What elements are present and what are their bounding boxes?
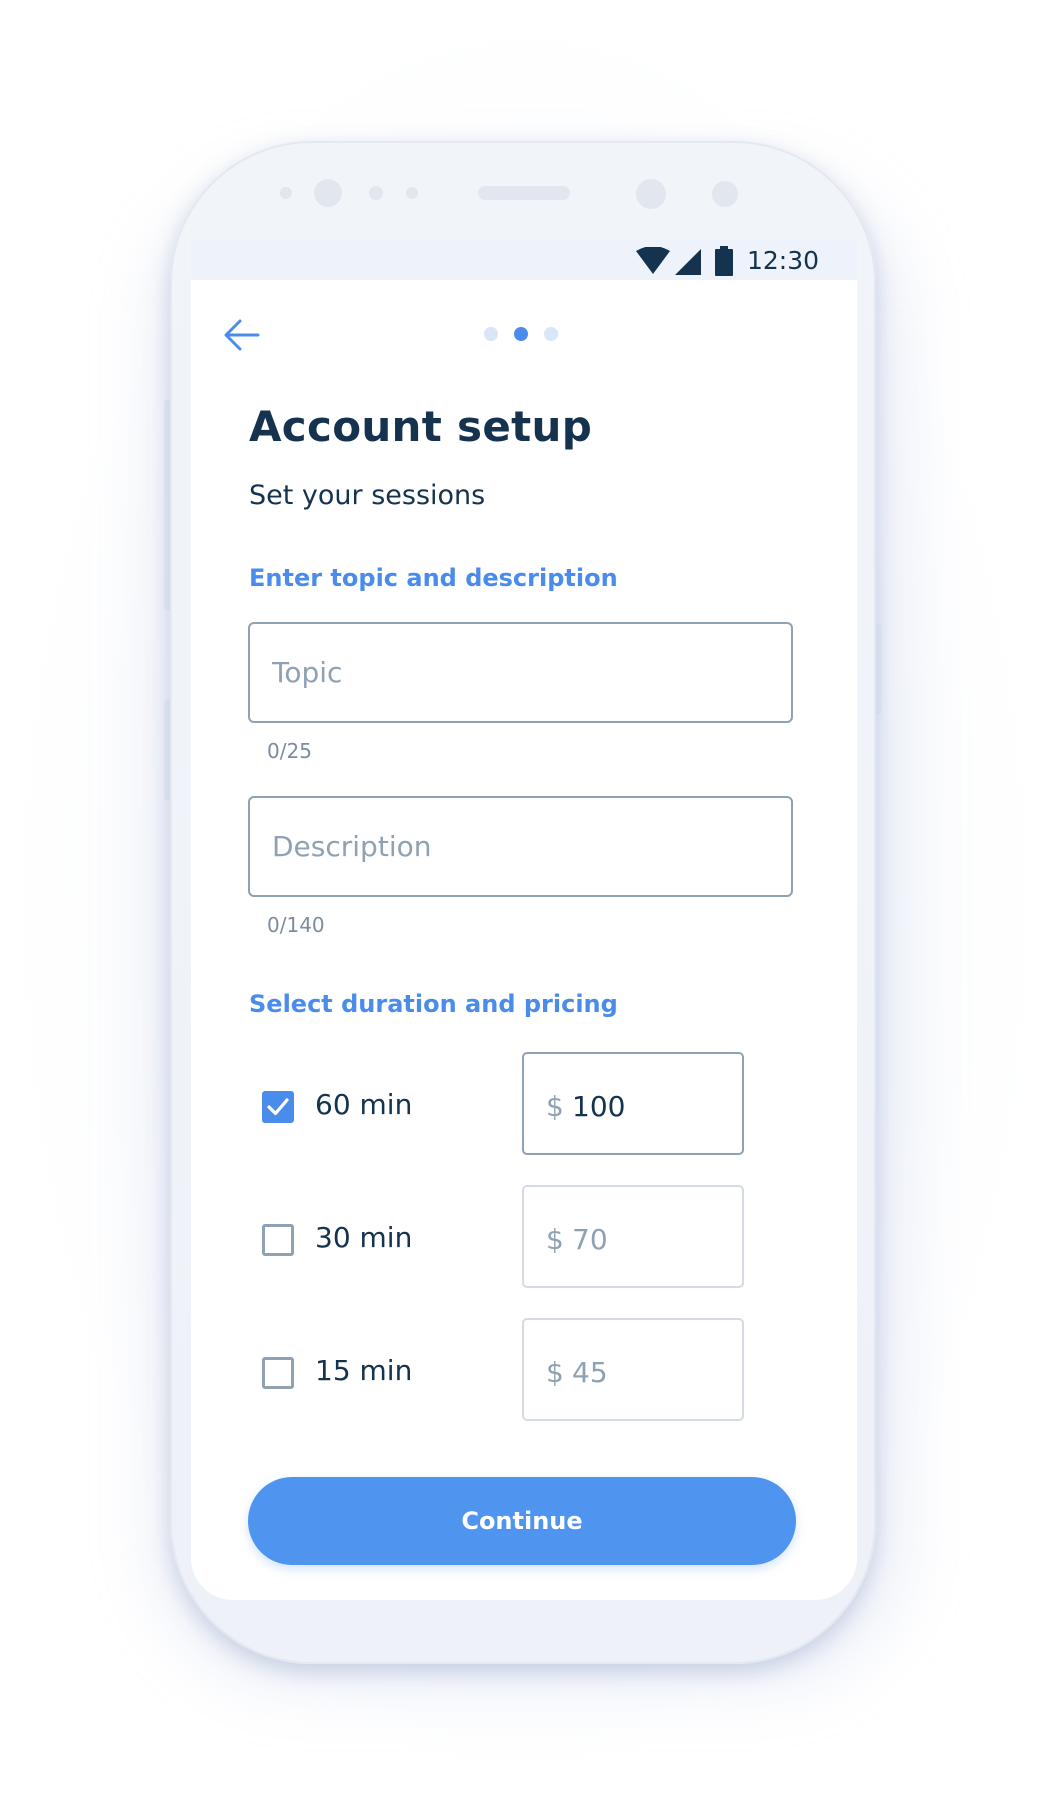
currency-symbol: $ <box>546 1223 564 1256</box>
currency-symbol: $ <box>546 1090 564 1123</box>
status-time: 12:30 <box>747 246 820 275</box>
description-input[interactable] <box>248 796 793 897</box>
sensor-dot <box>280 187 292 199</box>
battery-icon <box>715 246 733 276</box>
topic-section-label: Enter topic and description <box>249 564 618 592</box>
topic-char-counter: 0/25 <box>267 739 312 763</box>
earpiece-speaker <box>478 186 570 200</box>
topic-input[interactable] <box>248 622 793 723</box>
checkbox-30-min[interactable] <box>262 1224 294 1256</box>
wifi-icon <box>636 247 670 274</box>
page-subtitle: Set your sessions <box>249 480 486 511</box>
cellular-signal-icon <box>675 249 701 275</box>
continue-button[interactable]: Continue <box>248 1477 796 1565</box>
price-value: 45 <box>572 1356 608 1389</box>
page-title: Account setup <box>249 402 593 451</box>
proximity-sensor <box>712 181 738 207</box>
step-indicator-3 <box>544 327 558 341</box>
front-camera <box>314 179 342 207</box>
sensor-dot <box>406 187 418 199</box>
duration-label-15-min: 15 min <box>315 1354 413 1387</box>
checkmark-icon <box>267 1098 289 1116</box>
arrow-left-icon[interactable] <box>222 315 262 355</box>
price-input-30-min[interactable]: $ 70 <box>522 1185 744 1288</box>
checkbox-15-min[interactable] <box>262 1357 294 1389</box>
sensor-dot <box>369 186 383 200</box>
description-char-counter: 0/140 <box>267 913 325 937</box>
step-indicator-2 <box>514 327 528 341</box>
step-indicator-1 <box>484 327 498 341</box>
currency-symbol: $ <box>546 1356 564 1389</box>
duration-label-60-min: 60 min <box>315 1088 413 1121</box>
price-input-15-min[interactable]: $ 45 <box>522 1318 744 1421</box>
front-camera <box>636 179 666 209</box>
checkbox-60-min[interactable] <box>262 1091 294 1123</box>
pricing-section-label: Select duration and pricing <box>249 990 618 1018</box>
price-value: 100 <box>572 1090 626 1123</box>
duration-label-30-min: 30 min <box>315 1221 413 1254</box>
price-value: 70 <box>572 1223 608 1256</box>
price-input-60-min[interactable]: $ 100 <box>522 1052 744 1155</box>
